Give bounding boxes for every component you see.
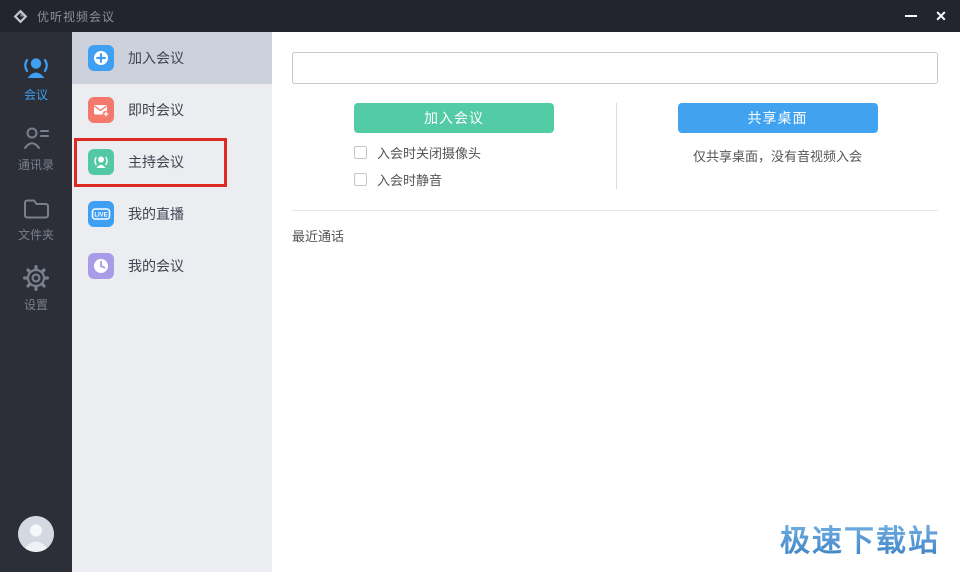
menu-item-label: 我的会议 <box>128 258 184 274</box>
main-panel: 加入会议 入会时关闭摄像头 入会时静音 共享桌面 仅共享桌面，没有音视频入会 最… <box>272 32 960 572</box>
recent-calls-label: 最近通话 <box>292 229 345 244</box>
live-icon: LIVE <box>88 201 114 227</box>
minimize-button[interactable] <box>896 0 926 32</box>
nav-rail: 会议 通讯录 文件夹 设置 <box>0 32 72 572</box>
section-divider <box>292 210 938 211</box>
join-meeting-button[interactable]: 加入会议 <box>354 103 554 133</box>
instant-meeting-icon <box>88 97 114 123</box>
folder-icon <box>21 195 51 221</box>
checkbox-row-mute[interactable]: 入会时静音 <box>354 170 554 189</box>
nav-item-label: 会议 <box>23 88 48 102</box>
svg-text:LIVE: LIVE <box>94 213 107 219</box>
window-controls: ✕ <box>896 0 956 32</box>
share-desktop-note: 仅共享桌面，没有音视频入会 <box>692 149 862 164</box>
site-watermark: 极速下载站 <box>780 516 940 560</box>
title-bar: 优听视频会议 ✕ <box>0 0 960 32</box>
menu-item-label: 主持会议 <box>128 154 184 170</box>
share-desktop-button[interactable]: 共享桌面 <box>677 103 878 133</box>
checkbox-label: 入会时关闭摄像头 <box>377 146 482 161</box>
share-column: 共享桌面 仅共享桌面，没有音视频入会 <box>616 103 960 189</box>
nav-item-label: 设置 <box>23 298 48 312</box>
menu-item-label: 我的直播 <box>128 206 184 222</box>
my-meetings-icon <box>88 253 114 279</box>
menu-item-join-meeting[interactable]: 加入会议 <box>72 32 272 84</box>
menu-item-instant-meeting[interactable]: 即时会议 <box>72 84 272 136</box>
nav-item-meetings[interactable]: 会议 <box>0 45 72 115</box>
menu-item-my-meetings[interactable]: 我的会议 <box>72 240 272 292</box>
close-button[interactable]: ✕ <box>926 0 956 32</box>
menu-item-label: 加入会议 <box>128 50 184 66</box>
nav-item-contacts[interactable]: 通讯录 <box>0 115 72 185</box>
nav-item-folder[interactable]: 文件夹 <box>0 185 72 255</box>
nav-item-label: 通讯录 <box>17 158 54 172</box>
meeting-people-icon <box>21 55 51 81</box>
nav-item-label: 文件夹 <box>17 228 54 242</box>
host-meeting-icon <box>88 149 114 175</box>
meeting-menu: 加入会议 即时会议 主持会议 LIVE 我的直播 我的会议 <box>72 32 272 572</box>
meeting-id-input[interactable] <box>292 52 938 84</box>
app-logo-icon <box>13 9 28 24</box>
menu-item-label: 即时会议 <box>128 102 184 118</box>
checkbox-label: 入会时静音 <box>377 173 443 188</box>
menu-item-my-live[interactable]: LIVE 我的直播 <box>72 188 272 240</box>
settings-gear-icon <box>21 265 51 291</box>
contacts-icon <box>21 125 51 151</box>
menu-item-host-meeting[interactable]: 主持会议 <box>72 136 272 188</box>
join-column: 加入会议 入会时关闭摄像头 入会时静音 <box>272 103 616 189</box>
checkbox-row-disable-camera[interactable]: 入会时关闭摄像头 <box>354 143 554 162</box>
disable-camera-checkbox[interactable] <box>354 146 367 159</box>
user-avatar[interactable] <box>18 516 54 552</box>
nav-item-settings[interactable]: 设置 <box>0 255 72 325</box>
join-meeting-icon <box>88 45 114 71</box>
actions-row: 加入会议 入会时关闭摄像头 入会时静音 共享桌面 仅共享桌面，没有音视频入会 <box>272 103 960 189</box>
window-title: 优听视频会议 <box>37 9 116 24</box>
mute-checkbox[interactable] <box>354 173 367 186</box>
